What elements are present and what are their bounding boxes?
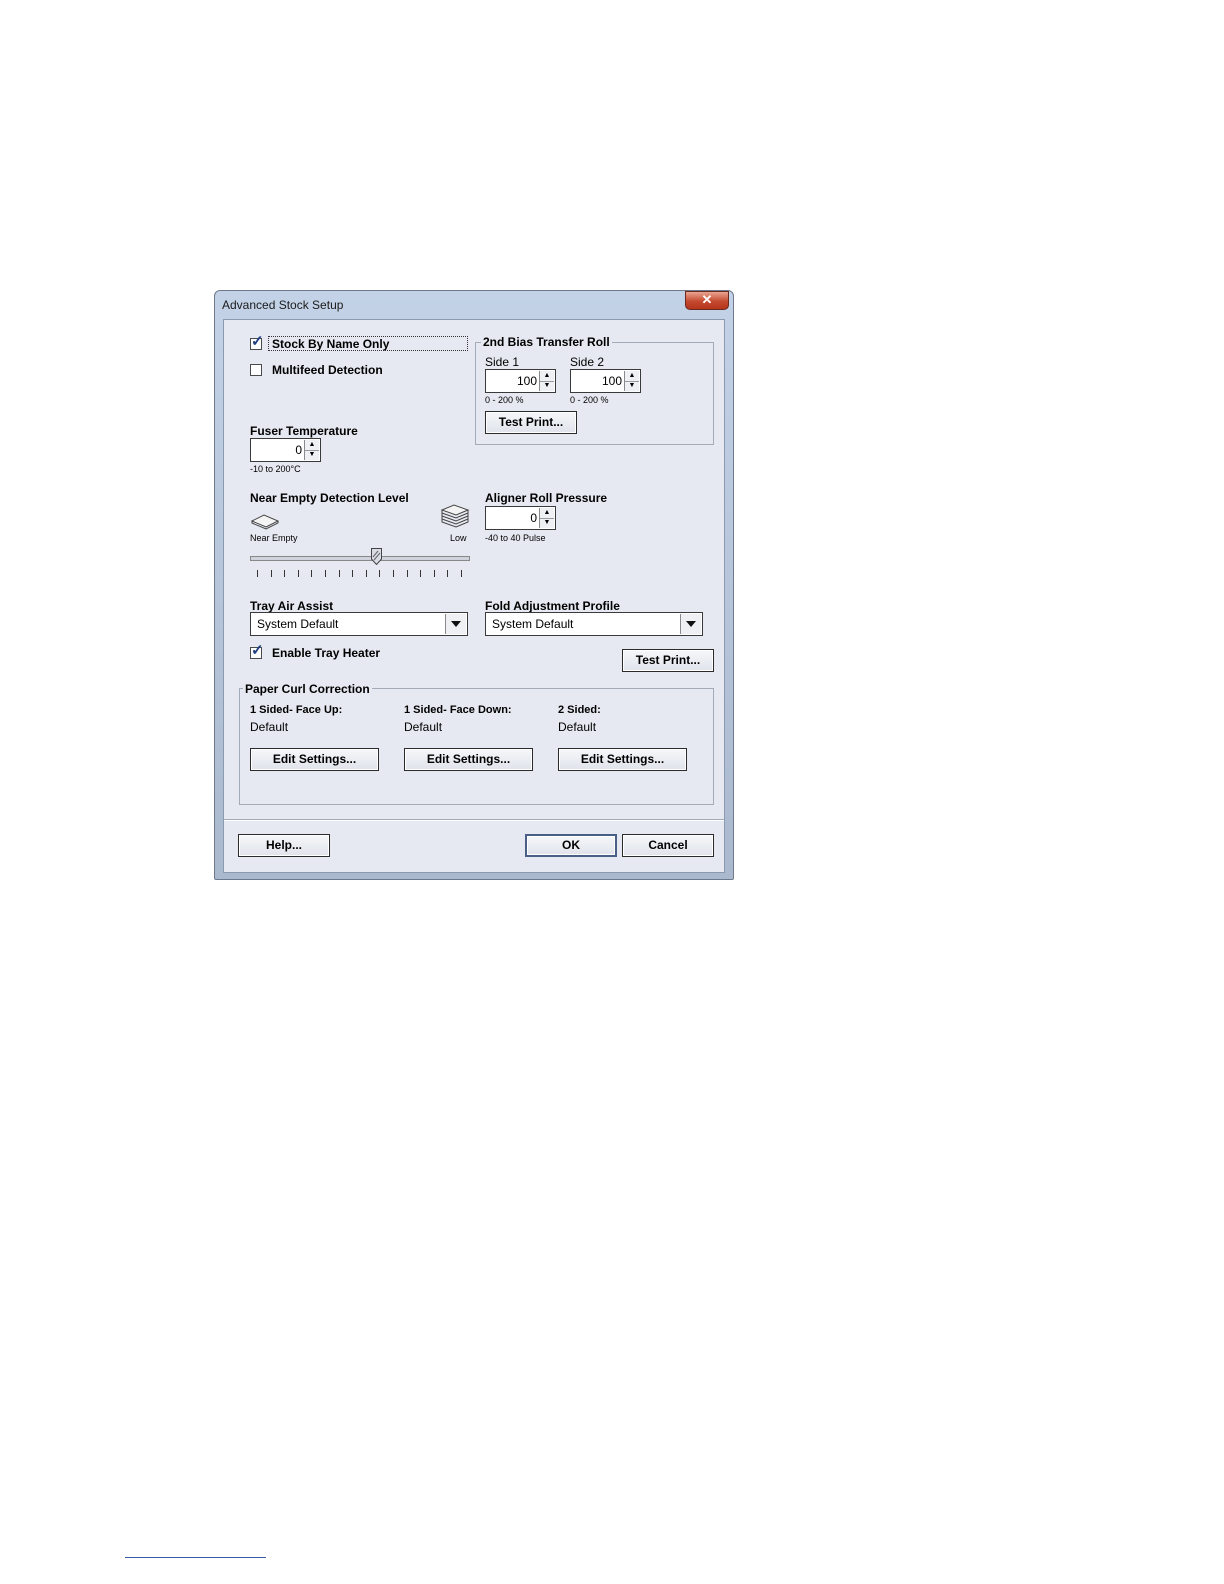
chevron-down-icon [451, 621, 461, 627]
slider-tick [325, 570, 326, 577]
side1-spinner[interactable]: 100 ▲ ▼ [485, 369, 556, 393]
near-empty-slider-track[interactable] [250, 556, 470, 561]
check-mark-icon: ✓ [251, 642, 264, 659]
side1-label: Side 1 [485, 355, 520, 369]
slider-tick [311, 570, 313, 577]
paper-curl-correction-title: Paper Curl Correction [243, 682, 372, 696]
spin-down-icon[interactable]: ▼ [625, 381, 639, 391]
slider-tick [365, 570, 367, 577]
side2-spinner-arrows[interactable]: ▲ ▼ [624, 371, 639, 391]
curl-two-sided-heading: 2 Sided: [558, 704, 601, 716]
bias-test-print-button[interactable]: Test Print... [485, 411, 577, 434]
curl-two-sided-value: Default [558, 720, 597, 734]
curl-two-sided-edit-button[interactable]: Edit Settings... [558, 748, 687, 771]
spin-down-icon[interactable]: ▼ [540, 381, 554, 391]
slider-thumb-icon [371, 548, 383, 566]
stock-by-name-only-label[interactable]: Stock By Name Only [272, 337, 389, 351]
slider-tick [447, 570, 449, 577]
slider-tick [379, 570, 381, 577]
dropdown-button[interactable] [680, 614, 701, 634]
slider-tick [257, 570, 258, 577]
side2-label: Side 2 [570, 355, 605, 369]
aligner-spinner-arrows[interactable]: ▲ ▼ [539, 508, 554, 528]
fold-adjustment-profile-value[interactable]: System Default [492, 617, 573, 631]
slider-tick [284, 570, 286, 577]
window-title: Advanced Stock Setup [222, 298, 344, 312]
near-empty-slider-thumb[interactable] [371, 548, 383, 566]
page-footer-link-underline [125, 1557, 266, 1558]
slider-tick [393, 570, 394, 577]
enable-tray-heater-label[interactable]: Enable Tray Heater [272, 646, 380, 660]
side1-range: 0 - 200 % [485, 395, 524, 405]
chevron-down-icon [686, 621, 696, 627]
tray-air-assist-dropdown[interactable]: System Default [250, 612, 468, 636]
aligner-roll-pressure-label: Aligner Roll Pressure [485, 491, 608, 505]
paper-stack-icon [440, 504, 470, 528]
check-mark-icon: ✓ [251, 333, 264, 350]
curl-face-up-heading: 1 Sided- Face Up: [250, 704, 343, 716]
fuser-spinner-arrows[interactable]: ▲ ▼ [304, 440, 319, 460]
ok-button[interactable]: OK [525, 834, 617, 857]
dialog-client-area: ✓ Stock By Name Only Multifeed Detection… [223, 319, 725, 873]
fuser-temperature-spinner[interactable]: 0 ▲ ▼ [250, 438, 321, 462]
cancel-button[interactable]: Cancel [622, 834, 714, 857]
side2-value[interactable]: 100 [602, 374, 622, 388]
dropdown-button[interactable] [445, 614, 466, 634]
aligner-roll-pressure-spinner[interactable]: 0 ▲ ▼ [485, 506, 556, 530]
slider-tick [461, 570, 462, 577]
close-icon: ✕ [701, 292, 713, 307]
slider-tick [420, 570, 422, 577]
slider-tick [433, 570, 435, 577]
fuser-temperature-range: -10 to 200°C [250, 464, 301, 474]
slider-tick [270, 570, 272, 577]
near-empty-left-label: Near Empty [250, 533, 298, 543]
footer-separator [224, 819, 724, 821]
fold-test-print-button[interactable]: Test Print... [622, 649, 714, 672]
side1-value[interactable]: 100 [517, 374, 537, 388]
slider-tick [297, 570, 299, 577]
near-empty-detection-label: Near Empty Detection Level [250, 491, 409, 505]
spin-down-icon[interactable]: ▼ [305, 450, 319, 460]
spin-down-icon[interactable]: ▼ [540, 518, 554, 528]
curl-face-down-edit-button[interactable]: Edit Settings... [404, 748, 533, 771]
curl-face-down-value: Default [404, 720, 443, 734]
bias-transfer-roll-title: 2nd Bias Transfer Roll [481, 335, 612, 349]
advanced-stock-setup-window: Advanced Stock Setup ✕ ✓ Stock By Name O… [214, 290, 734, 880]
side1-spinner-arrows[interactable]: ▲ ▼ [539, 371, 554, 391]
slider-tick [338, 570, 340, 577]
title-bar[interactable]: Advanced Stock Setup ✕ [215, 291, 733, 317]
fold-adjustment-profile-label: Fold Adjustment Profile [485, 599, 620, 613]
multifeed-detection-label[interactable]: Multifeed Detection [272, 363, 383, 377]
fuser-temperature-value[interactable]: 0 [295, 443, 302, 457]
help-button[interactable]: Help... [238, 834, 330, 857]
side2-range: 0 - 200 % [570, 395, 609, 405]
slider-tick [406, 570, 408, 577]
curl-face-up-edit-button[interactable]: Edit Settings... [250, 748, 379, 771]
curl-face-up-value: Default [250, 720, 289, 734]
near-empty-right-label: Low [450, 533, 467, 543]
close-button[interactable]: ✕ [685, 291, 729, 310]
tray-air-assist-label: Tray Air Assist [250, 599, 334, 613]
stock-by-name-only-checkbox[interactable]: ✓ [250, 334, 264, 350]
side2-spinner[interactable]: 100 ▲ ▼ [570, 369, 641, 393]
paper-single-sheet-icon [250, 514, 280, 530]
multifeed-detection-checkbox[interactable] [250, 364, 262, 376]
aligner-roll-pressure-range: -40 to 40 Pulse [485, 533, 546, 543]
curl-face-down-heading: 1 Sided- Face Down: [404, 704, 512, 716]
fuser-temperature-label: Fuser Temperature [250, 424, 358, 438]
slider-tick [352, 570, 354, 577]
enable-tray-heater-checkbox[interactable]: ✓ [250, 643, 264, 659]
fold-adjustment-profile-dropdown[interactable]: System Default [485, 612, 703, 636]
tray-air-assist-value[interactable]: System Default [257, 617, 338, 631]
aligner-roll-pressure-value[interactable]: 0 [530, 511, 537, 525]
